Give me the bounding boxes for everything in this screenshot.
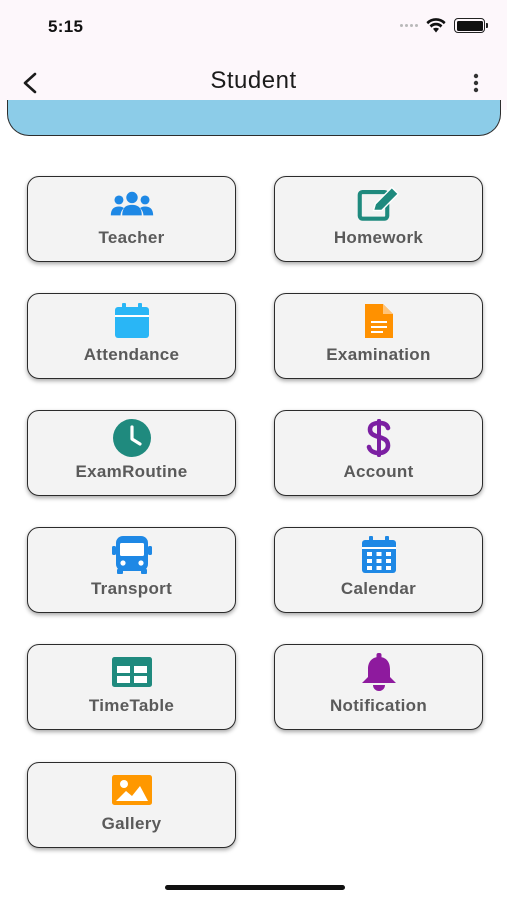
- tile-homework[interactable]: Homework: [274, 176, 483, 262]
- tile-timetable[interactable]: TimeTable: [27, 644, 236, 730]
- calendar-grid-icon: [357, 535, 401, 575]
- dollar-icon: [357, 418, 401, 458]
- teacher-group-icon: [110, 184, 154, 224]
- menu-grid: Teacher Homework Attendance Examination …: [0, 0, 507, 900]
- home-indicator[interactable]: [165, 885, 345, 890]
- tile-gallery[interactable]: Gallery: [27, 762, 236, 848]
- tile-notification[interactable]: Notification: [274, 644, 483, 730]
- tile-label: Homework: [333, 228, 424, 247]
- tile-attendance[interactable]: Attendance: [27, 293, 236, 379]
- tile-label: Notification: [329, 696, 428, 715]
- clock-icon: [110, 418, 154, 458]
- bell-icon: [357, 652, 401, 692]
- tile-label: Account: [343, 462, 414, 481]
- calendar-blank-icon: [110, 301, 154, 341]
- tile-account[interactable]: Account: [274, 410, 483, 496]
- table-icon: [110, 652, 154, 692]
- tile-label: Teacher: [98, 228, 165, 247]
- bus-icon: [110, 535, 154, 575]
- tile-transport[interactable]: Transport: [27, 527, 236, 613]
- tile-examroutine[interactable]: ExamRoutine: [27, 410, 236, 496]
- edit-square-icon: [357, 184, 401, 224]
- document-icon: [357, 301, 401, 341]
- tile-examination[interactable]: Examination: [274, 293, 483, 379]
- tile-calendar[interactable]: Calendar: [274, 527, 483, 613]
- image-icon: [110, 770, 154, 810]
- tile-label: Calendar: [340, 579, 417, 598]
- tile-label: TimeTable: [88, 696, 175, 715]
- tile-label: Gallery: [101, 814, 162, 833]
- tile-label: Transport: [90, 579, 173, 598]
- tile-teacher[interactable]: Teacher: [27, 176, 236, 262]
- tile-label: Examination: [326, 345, 431, 364]
- tile-label: Attendance: [83, 345, 180, 364]
- tile-label: ExamRoutine: [75, 462, 188, 481]
